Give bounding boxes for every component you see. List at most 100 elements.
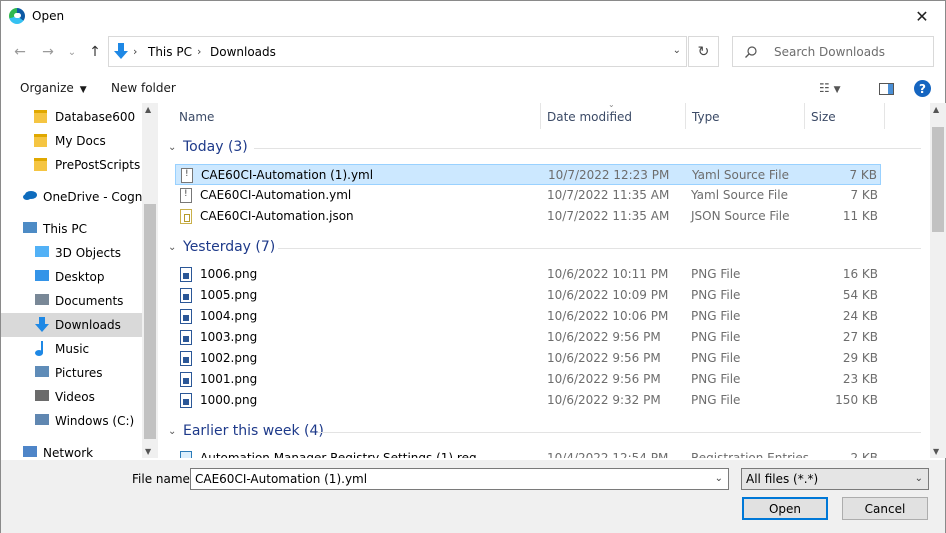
file-row[interactable]: 1003.png 10/6/2022 9:56 PM PNG File 27 KB — [175, 327, 881, 348]
file-type-filter[interactable]: All files (*.*) ⌄ — [741, 468, 929, 490]
sidebar-item-onedrive-cogni[interactable]: OneDrive - Cogni — [1, 185, 142, 209]
sidebar-item-desktop[interactable]: Desktop — [1, 265, 142, 289]
column-header-name[interactable]: Name — [179, 103, 214, 129]
file-name-input[interactable]: CAE60CI-Automation (1).yml ⌄ — [190, 468, 729, 490]
organize-label: Organize — [20, 81, 74, 95]
column-header-size[interactable]: Size — [811, 103, 836, 129]
open-dialog: Open ✕ ← → ⌄ ↑ › This PC › Downloads ⌄ ↻… — [0, 0, 946, 533]
column-divider[interactable] — [804, 103, 805, 129]
scroll-down-icon[interactable]: ▼ — [145, 447, 151, 456]
close-button[interactable]: ✕ — [899, 1, 945, 32]
address-dropdown-chevron-icon[interactable]: ⌄ — [673, 45, 681, 56]
png-file-icon — [180, 393, 192, 408]
file-row[interactable]: 1004.png 10/6/2022 10:06 PM PNG File 24 KB — [175, 306, 881, 327]
preview-pane-icon[interactable] — [879, 83, 894, 95]
file-list-scrollbar[interactable]: ▲ ▼ — [930, 103, 946, 458]
sidebar-item-documents[interactable]: Documents — [1, 289, 142, 313]
file-row[interactable]: 1001.png 10/6/2022 9:56 PM PNG File 23 KB — [175, 369, 881, 390]
recent-locations-chevron-icon[interactable]: ⌄ — [61, 43, 83, 61]
file-type: Yaml Source File — [691, 188, 788, 202]
breadcrumb-this-pc[interactable]: This PC — [148, 45, 192, 59]
file-row[interactable]: 1000.png 10/6/2022 9:32 PM PNG File 150 KB — [175, 390, 881, 411]
file-row[interactable]: Automation Manager Registry Settings (1)… — [175, 448, 881, 458]
sidebar-item-label: 3D Objects — [55, 246, 122, 260]
navigation-row: ← → ⌄ ↑ › This PC › Downloads ⌄ ↻ Search… — [1, 36, 945, 68]
file-row[interactable]: 1005.png 10/6/2022 10:09 PM PNG File 54 KB — [175, 285, 881, 306]
download-icon — [34, 317, 50, 332]
file-name: 1000.png — [200, 393, 258, 407]
file-name: 1004.png — [200, 309, 258, 323]
sidebar-item-3d-objects[interactable]: 3D Objects — [1, 241, 142, 265]
sidebar-item-music[interactable]: Music — [1, 337, 142, 361]
sidebar-scrollbar[interactable]: ▲ ▼ — [142, 103, 158, 458]
sidebar-item-downloads[interactable]: Downloads — [1, 313, 142, 337]
sidebar-item-network[interactable]: Network — [1, 441, 142, 458]
column-header-type[interactable]: Type — [692, 103, 720, 129]
sidebar-item-my-docs[interactable]: My Docs — [1, 129, 142, 153]
window-title: Open — [32, 9, 65, 23]
file-name-value: CAE60CI-Automation (1).yml — [195, 472, 368, 486]
column-divider[interactable] — [540, 103, 541, 129]
file-name: 1006.png — [200, 267, 258, 281]
column-header-date[interactable]: Date modified — [547, 103, 632, 129]
reg-file-icon — [180, 451, 192, 458]
sidebar-item-videos[interactable]: Videos — [1, 385, 142, 409]
group-collapse-chevron-icon[interactable]: ⌄ — [168, 426, 176, 437]
sidebar-item-label: OneDrive - Cogni — [43, 190, 142, 204]
sidebar-item-prepostscripts[interactable]: PrePostScripts - — [1, 153, 142, 177]
navigation-pane: Database600 My Docs PrePostScripts - OneDri… — [1, 103, 158, 458]
sidebar-scroll-thumb[interactable] — [144, 204, 156, 439]
pictures-icon — [34, 365, 50, 380]
group-collapse-chevron-icon[interactable]: ⌄ — [168, 242, 176, 253]
cancel-button[interactable]: Cancel — [842, 497, 928, 520]
sidebar-item-label: Database600 — [55, 110, 136, 124]
file-type: Registration Entries — [691, 451, 809, 458]
cube-icon — [34, 245, 50, 260]
yml-file-icon — [181, 168, 193, 183]
scroll-down-icon[interactable]: ▼ — [933, 447, 939, 456]
open-button[interactable]: Open — [742, 497, 828, 520]
change-view-button[interactable]: ☷ ▼ — [819, 81, 841, 95]
scroll-up-icon[interactable]: ▲ — [933, 105, 939, 114]
new-folder-button[interactable]: New folder — [111, 81, 176, 95]
group-header[interactable]: Earlier this week (4) — [183, 423, 324, 439]
file-row[interactable]: 1006.png 10/6/2022 10:11 PM PNG File 16 KB — [175, 264, 881, 285]
file-row[interactable]: CAE60CI-Automation (1).yml 10/7/2022 12:2… — [175, 164, 881, 185]
file-size: 54 KB — [842, 288, 878, 302]
column-divider[interactable] — [884, 103, 885, 129]
drive-icon — [34, 413, 50, 428]
file-date: 10/6/2022 9:56 PM — [547, 372, 661, 386]
file-size: 7 KB — [849, 168, 877, 182]
file-row[interactable]: 1002.png 10/6/2022 9:56 PM PNG File 29 KB — [175, 348, 881, 369]
file-name: CAE60CI-Automation.json — [200, 209, 354, 223]
file-row[interactable]: CAE60CI-Automation.yml 10/7/2022 11:35 AM… — [175, 185, 881, 206]
search-box[interactable]: Search Downloads — [732, 36, 934, 67]
group-header[interactable]: Yesterday (7) — [183, 239, 275, 255]
breadcrumb-downloads[interactable]: Downloads — [210, 45, 276, 59]
forward-button[interactable]: → — [37, 43, 59, 61]
file-row[interactable]: CAE60CI-Automation.json 10/7/2022 11:35 A… — [175, 206, 881, 227]
sidebar-item-label: Network — [43, 446, 94, 458]
back-button[interactable]: ← — [9, 43, 31, 61]
dialog-footer: File name: CAE60CI-Automation (1).yml ⌄ … — [1, 460, 945, 533]
refresh-button[interactable]: ↻ — [688, 36, 719, 67]
column-divider[interactable] — [685, 103, 686, 129]
sidebar-item-label: Windows (C:) — [55, 414, 135, 428]
up-button[interactable]: ↑ — [84, 43, 106, 61]
file-type-dropdown-chevron-icon[interactable]: ⌄ — [915, 473, 923, 484]
help-icon[interactable]: ? — [914, 80, 931, 97]
sidebar-item-database600[interactable]: Database600 — [1, 105, 142, 129]
group-header[interactable]: Today (3) — [183, 139, 248, 155]
file-name: CAE60CI-Automation.yml — [200, 188, 352, 202]
sidebar-item-windows-c[interactable]: Windows (C:) — [1, 409, 142, 433]
file-size: 11 KB — [842, 209, 878, 223]
address-bar[interactable]: › This PC › Downloads ⌄ — [108, 36, 687, 67]
file-name-dropdown-chevron-icon[interactable]: ⌄ — [715, 473, 723, 484]
sidebar-item-pictures[interactable]: Pictures — [1, 361, 142, 385]
organize-button[interactable]: Organize ▼ — [20, 81, 87, 95]
file-list-scroll-thumb[interactable] — [932, 127, 944, 232]
group-collapse-chevron-icon[interactable]: ⌄ — [168, 142, 176, 153]
sidebar-item-this-pc[interactable]: This PC — [1, 217, 142, 241]
scroll-up-icon[interactable]: ▲ — [145, 105, 151, 114]
file-size: 23 KB — [842, 372, 878, 386]
